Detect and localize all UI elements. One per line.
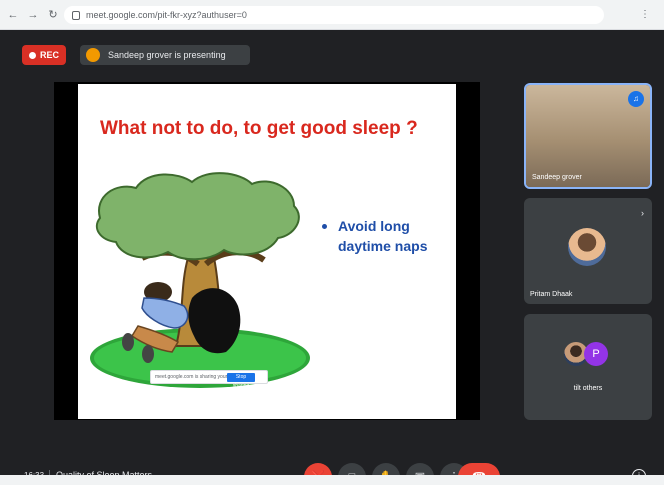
- arrow-right-icon[interactable]: →: [26, 8, 40, 22]
- slide-title: What not to do, to get good sleep ?: [100, 118, 418, 139]
- slide-bullet: Avoid long daytime naps: [338, 218, 428, 254]
- puzzle-icon[interactable]: ⋮: [640, 9, 650, 21]
- audio-level-icon: ♫: [628, 91, 644, 107]
- rec-label: REC: [39, 50, 59, 60]
- participant-tile[interactable]: › Pritam Dhaak: [524, 198, 652, 304]
- reload-icon[interactable]: ↻: [46, 8, 60, 22]
- participant-name: tilt others: [573, 385, 603, 392]
- avatar: P: [584, 342, 608, 366]
- mic-muted-icon: ›: [641, 208, 644, 218]
- address-bar[interactable]: meet.google.com/pit-fkr-xyz?authuser=0: [64, 6, 604, 24]
- avatar: [568, 228, 606, 266]
- present-icon: [86, 48, 100, 62]
- participant-name: Pritam Dhaak: [530, 291, 573, 298]
- presenting-banner: Sandeep grover is presenting: [80, 45, 250, 65]
- sleeping-under-tree-illustration: [90, 172, 310, 388]
- browser-toolbar: ← → ↻ meet.google.com/pit-fkr-xyz?authus…: [0, 0, 664, 30]
- arrow-left-icon[interactable]: ←: [6, 8, 20, 22]
- record-icon: [28, 51, 36, 59]
- stop-sharing-button[interactable]: Stop sharing: [227, 373, 255, 389]
- slide: What not to do, to get good sleep ? Avoi…: [78, 84, 456, 419]
- meet-stage: REC Sandeep grover is presenting What no…: [0, 30, 664, 485]
- screen-share-notification: meet.google.com is sharing your screen. …: [150, 370, 268, 389]
- taskbar-strip: [0, 475, 664, 485]
- participant-name: Sandeep grover: [532, 174, 582, 181]
- presenter-text: Sandeep grover is presenting: [108, 50, 226, 60]
- recording-badge: REC: [22, 45, 66, 65]
- lock-icon: [72, 10, 80, 20]
- bullet-icon: [322, 224, 327, 229]
- participant-tile[interactable]: P tilt others: [524, 314, 652, 420]
- participant-tile[interactable]: ♫ Sandeep grover: [524, 83, 652, 189]
- url-text[interactable]: meet.google.com/pit-fkr-xyz?authuser=0: [86, 10, 247, 20]
